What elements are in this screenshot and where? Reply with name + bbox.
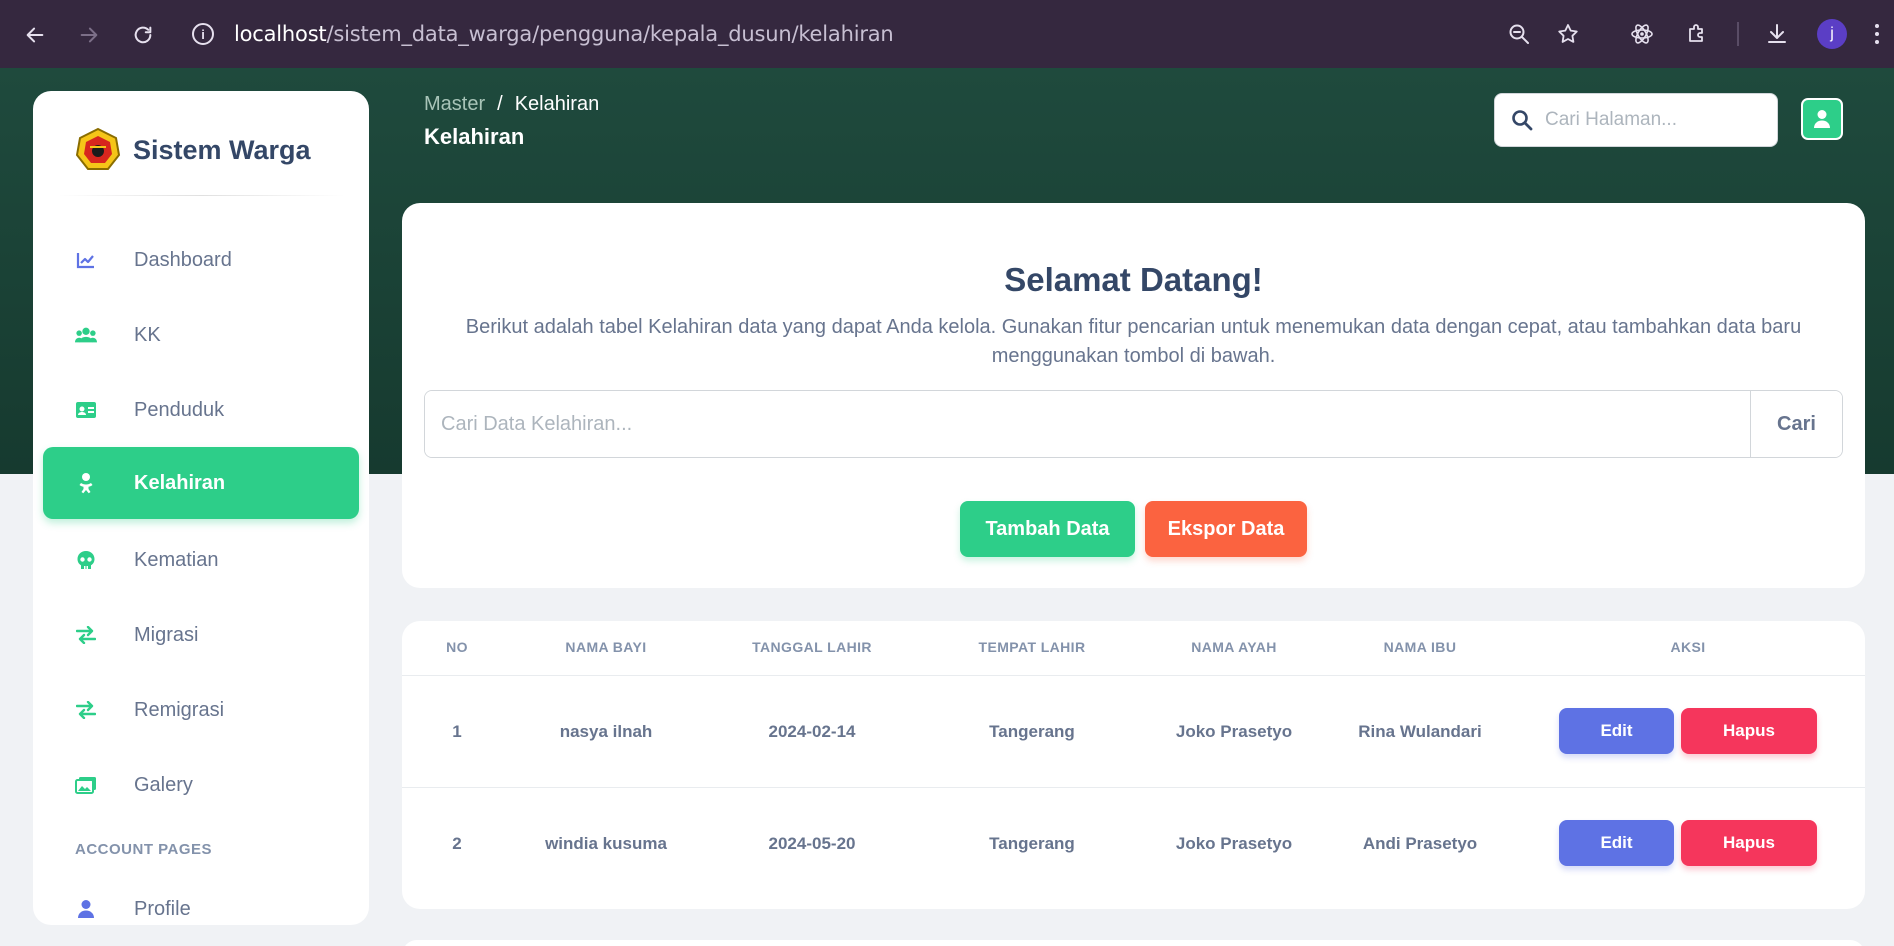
sidebar-item-kk[interactable]: KK [43,299,359,371]
sidebar-item-label: Remigrasi [134,698,225,721]
edit-button[interactable]: Edit [1559,820,1674,866]
cell-nama-ibu: Rina Wulandari [1358,722,1482,741]
cell-nama-bayi: nasya ilnah [559,722,653,741]
images-icon [75,774,97,796]
user-icon [75,898,97,920]
breadcrumb-parent[interactable]: Master [424,93,485,116]
sidebar-item-remigrasi[interactable]: Remigrasi [43,674,359,746]
search-icon [1512,110,1533,131]
sidebar-item-kelahiran[interactable]: Kelahiran [43,447,359,519]
browser-toolbar: i localhost/sistem_data_warga/pengguna/k… [0,0,1894,68]
add-data-button[interactable]: Tambah Data [960,501,1135,557]
url-host: localhost [234,22,327,46]
sidebar-item-label: Penduduk [134,398,225,421]
brand-name: Sistem Warga [133,134,311,165]
sidebar-item-dashboard[interactable]: Dashboard [43,224,359,296]
back-button[interactable] [20,20,50,50]
react-devtools-icon[interactable] [1627,19,1657,49]
reload-button[interactable] [128,20,158,50]
baby-icon [75,472,97,494]
address-bar[interactable]: i localhost/sistem_data_warga/pengguna/k… [192,18,894,50]
next-card-edge [402,940,1865,946]
exchange-icon [75,699,97,721]
edit-button[interactable]: Edit [1559,708,1674,754]
export-data-button[interactable]: Ekspor Data [1145,501,1307,557]
welcome-description: Berikut adalah tabel Kelahiran data yang… [465,316,1802,367]
sidebar-item-penduduk[interactable]: Penduduk [43,374,359,446]
skull-icon [75,549,97,571]
cell-no: 1 [452,722,462,741]
cell-tanggal-lahir: 2024-05-20 [768,834,856,853]
extensions-puzzle-icon[interactable] [1682,19,1712,49]
sidebar-item-label: Dashboard [134,248,232,271]
cell-tempat-lahir: Tangerang [989,722,1075,741]
welcome-title: Selamat Datang! [1004,261,1263,298]
brand[interactable]: Sistem Warga [75,127,311,173]
sidebar-item-label: Kelahiran [134,471,226,494]
sidebar-item-label: Migrasi [134,623,199,646]
id-card-icon [75,399,97,421]
cell-no: 2 [452,834,462,853]
chart-line-icon [75,249,97,271]
sidebar-item-migrasi[interactable]: Migrasi [43,599,359,671]
column-header-no: NO [446,639,468,655]
sidebar-item-label: Galery [134,773,193,796]
sidebar-section-heading: ACCOUNT PAGES [75,841,213,858]
cell-nama-bayi: windia kusuma [545,834,667,853]
forward-button[interactable] [74,20,104,50]
page-search-input[interactable] [1545,109,1765,131]
column-header-nama-ibu: NAMA IBU [1383,639,1457,655]
browser-profile-avatar[interactable]: j [1817,19,1847,49]
sidebar-item-label: Profile [134,897,191,920]
column-header-nama-ayah: NAMA AYAH [1191,639,1277,655]
welcome-card: Selamat Datang! Berikut adalah tabel Kel… [402,203,1865,588]
sidebar-item-label: Kematian [134,548,219,571]
delete-button[interactable]: Hapus [1681,820,1817,866]
zoom-out-icon[interactable] [1504,19,1534,49]
page-title: Kelahiran [424,124,525,149]
table-row: 2 windia kusuma 2024-05-20 Tangerang Jok… [402,788,1865,900]
breadcrumb: Master / Kelahiran [424,93,599,116]
cell-tempat-lahir: Tangerang [989,834,1075,853]
column-header-nama-bayi: NAMA BAYI [565,639,647,655]
column-header-tempat-lahir: TEMPAT LAHIR [978,639,1086,655]
sidebar-item-kematian[interactable]: Kematian [43,524,359,596]
bookmark-star-icon[interactable] [1553,19,1583,49]
column-header-tanggal-lahir: TANGGAL LAHIR [752,639,872,655]
site-info-icon[interactable]: i [192,23,214,45]
data-search-input[interactable] [425,391,1750,457]
column-header-aksi: AKSI [1670,639,1706,655]
data-search-group: Cari [424,390,1843,458]
data-table: NO NAMA BAYI TANGGAL LAHIR TEMPAT LAHIR … [402,621,1865,909]
breadcrumb-current: Kelahiran [514,93,600,115]
page-search-box[interactable] [1494,93,1778,147]
cell-tanggal-lahir: 2024-02-14 [768,722,856,741]
toolbar-separator [1737,22,1739,46]
table-row: 1 nasya ilnah 2024-02-14 Tangerang Joko … [402,676,1865,788]
user-menu-button[interactable] [1801,98,1843,140]
arrow-right-icon [80,27,98,43]
url-path: /sistem_data_warga/pengguna/kepala_dusun… [326,22,894,46]
cell-nama-ibu: Andi Prasetyo [1362,834,1478,853]
delete-button[interactable]: Hapus [1681,708,1817,754]
breadcrumb-separator: / [497,93,503,115]
browser-menu-icon[interactable] [1870,19,1884,49]
download-icon[interactable] [1762,19,1792,49]
url-text: localhost/sistem_data_warga/pengguna/kep… [234,22,894,46]
exchange-icon [75,624,97,646]
sidebar-item-galery[interactable]: Galery [43,749,359,821]
cell-nama-ayah: Joko Prasetyo [1175,722,1293,741]
sidebar-item-label: KK [134,323,161,346]
sidebar-divider [57,195,345,196]
cell-nama-ayah: Joko Prasetyo [1175,834,1293,853]
sidebar: Sistem Warga Dashboard KK Penduduk Kelah… [33,91,369,925]
brand-logo-icon [75,127,121,170]
arrow-left-icon [26,27,44,43]
sidebar-item-profile[interactable]: Profile [43,873,359,925]
search-button[interactable]: Cari [1750,391,1842,457]
reload-icon [134,26,152,44]
users-icon [75,324,97,346]
user-icon [1814,110,1830,128]
